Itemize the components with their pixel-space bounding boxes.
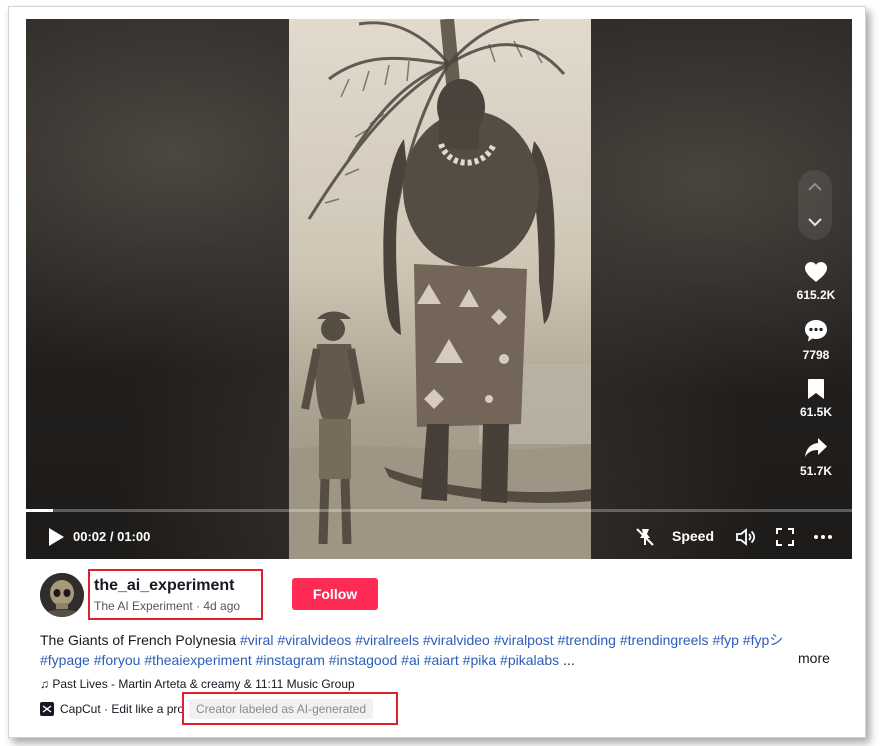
next-video-button[interactable] <box>808 214 822 232</box>
hashtag-link[interactable]: #foryou <box>94 652 141 668</box>
like-action[interactable]: 615.2K <box>786 261 846 302</box>
play-icon <box>49 528 64 546</box>
comment-icon <box>805 320 827 342</box>
hashtag-link[interactable]: #trending <box>558 632 616 648</box>
video-frame-image <box>289 19 591 559</box>
video-controls-bar: 00:02 / 01:00 Speed <box>26 517 852 557</box>
video-progress-bar[interactable] <box>26 509 852 512</box>
bookmark-icon <box>808 379 824 399</box>
comment-action[interactable]: 7798 <box>786 319 846 362</box>
avatar[interactable] <box>40 573 84 617</box>
hashtag-link[interactable]: #trendingreels <box>620 632 709 648</box>
hashtag-link[interactable]: #aiart <box>424 652 459 668</box>
highlight-box-author <box>88 569 263 620</box>
hashtag-link[interactable]: #instagood <box>329 652 398 668</box>
hashtag-link[interactable]: #viralpost <box>494 632 554 648</box>
bookmark-action[interactable]: 61.5K <box>786 378 846 419</box>
volume-button[interactable] <box>735 526 757 548</box>
ellipsis-icon <box>814 535 832 539</box>
hashtag-link[interactable]: #viralvideos <box>277 632 351 648</box>
share-count: 51.7K <box>799 464 833 478</box>
share-action[interactable]: 51.7K <box>786 437 846 478</box>
speaker-icon <box>736 528 756 546</box>
capcut-icon <box>40 702 54 716</box>
hashtag-link[interactable]: #fyp <box>712 632 738 648</box>
highlight-box-ai-label <box>182 692 398 725</box>
hashtag-link[interactable]: #ai <box>401 652 420 668</box>
fullscreen-icon <box>776 528 794 546</box>
follow-button[interactable]: Follow <box>292 578 378 610</box>
capcut-label: CapCut · Edit like a pro <box>60 702 185 716</box>
time-display: 00:02 / 01:00 <box>73 529 151 544</box>
hashtag-link[interactable]: #viral <box>240 632 273 648</box>
hashtag-link[interactable]: #viralreels <box>355 632 419 648</box>
music-link[interactable]: ♫ Past Lives - Martin Arteta & creamy & … <box>40 677 355 691</box>
speed-button[interactable]: Speed <box>672 528 714 544</box>
video-caption: The Giants of French Polynesia #viral #v… <box>40 630 790 670</box>
hashtag-link[interactable]: #pika <box>463 652 496 668</box>
skull-avatar-icon <box>40 573 84 617</box>
fullscreen-button[interactable] <box>774 526 796 548</box>
more-button[interactable]: more <box>798 650 830 666</box>
chevron-up-icon <box>808 182 822 191</box>
hashtag-link[interactable]: #instagram <box>256 652 325 668</box>
pin-off-icon <box>636 528 654 546</box>
video-progress-fill <box>26 509 54 512</box>
hashtag-link[interactable]: #theaiexperiment <box>144 652 251 668</box>
video-player[interactable]: 615.2K 7798 61.5K 51.7K 00:02 / 01:00 Sp… <box>26 19 852 559</box>
like-count: 615.2K <box>796 288 836 302</box>
share-icon <box>805 438 827 457</box>
bookmark-count: 61.5K <box>799 405 833 419</box>
hashtag-link[interactable]: #viralvideo <box>423 632 490 648</box>
heart-icon <box>805 262 827 282</box>
caption-text: The Giants of French Polynesia <box>40 632 237 648</box>
play-button[interactable] <box>46 526 66 548</box>
caption-ellipsis: ... <box>563 652 575 668</box>
hashtag-link[interactable]: #pikalabs <box>500 652 559 668</box>
capcut-link[interactable]: CapCut · Edit like a pro <box>40 702 184 716</box>
hashtag-link[interactable]: #fypシ <box>743 632 783 648</box>
floating-player-button[interactable] <box>634 526 656 548</box>
more-options-button[interactable] <box>812 526 834 548</box>
comment-count: 7798 <box>802 348 830 362</box>
video-nav-control <box>798 170 832 240</box>
hashtag-link[interactable]: #fypage <box>40 652 90 668</box>
previous-video-button[interactable] <box>808 179 822 197</box>
chevron-down-icon <box>808 217 822 226</box>
